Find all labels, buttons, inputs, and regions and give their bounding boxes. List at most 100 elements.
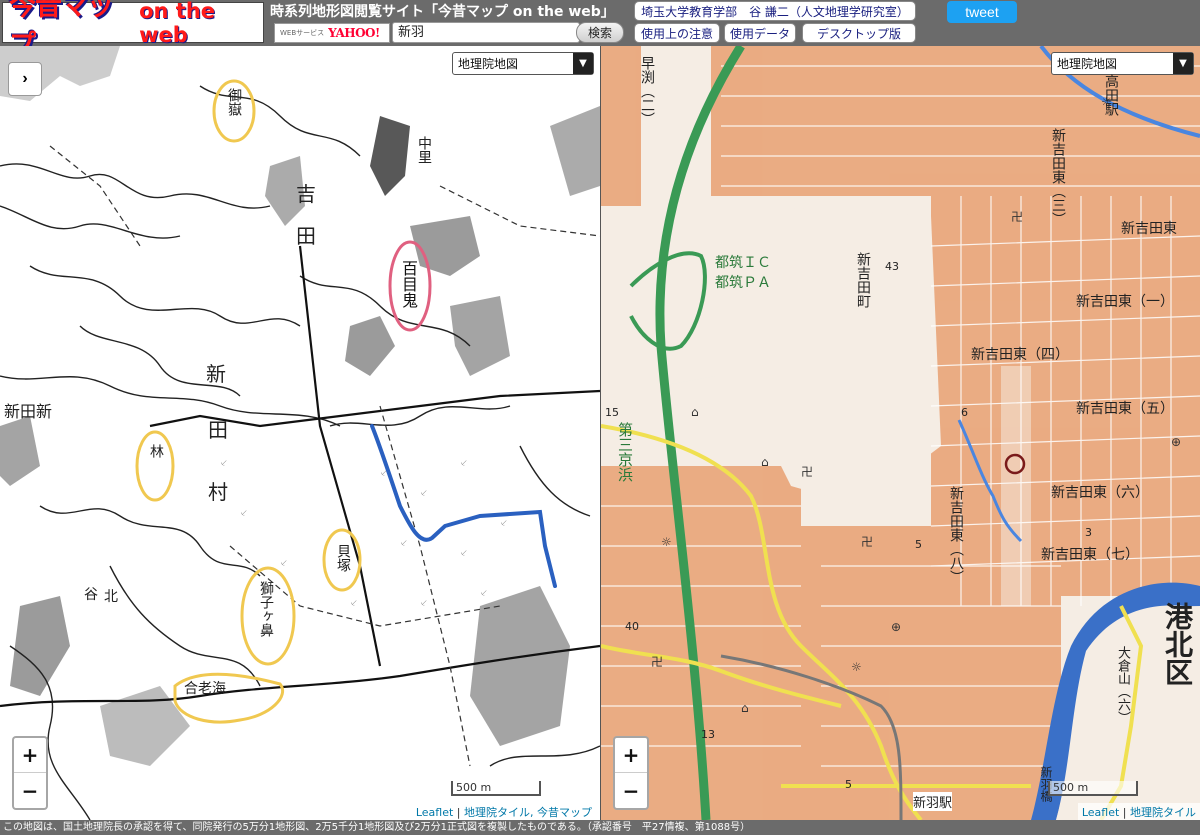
right-attribution: Leaflet | 地理院タイル	[1077, 803, 1200, 820]
tiles-link[interactable]: 地理院タイル, 今昔マップ	[464, 806, 592, 819]
author-link[interactable]: 埼玉大学教育学部 谷 謙二（人文地理学研究室）	[634, 1, 916, 21]
elevation-15: 15	[605, 406, 619, 419]
logo-sub-text: on the web	[139, 0, 216, 47]
chevron-down-icon: ▼	[573, 53, 593, 74]
label-shinyoshida-higashi-1: 新吉田東（一）	[1076, 294, 1174, 310]
elevation-3: 3	[1085, 526, 1092, 539]
label-nippa-station: 新羽駅	[913, 792, 953, 811]
svg-text:⸔: ⸔	[350, 598, 358, 609]
label-shinyoshida-higashi-7: 新吉田東（七）	[1041, 547, 1139, 563]
map-label-ta: 田	[208, 418, 228, 442]
attribution-separator: |	[1122, 806, 1127, 819]
leaflet-link[interactable]: Leaflet	[1082, 806, 1119, 819]
label-daisan-keihin: 第三京浜	[616, 422, 634, 482]
svg-text:☼: ☼	[851, 660, 862, 674]
yahoo-logo: YAHOO!	[328, 26, 380, 40]
label-shinyoshida-higashi-8: 新吉田東（八）	[948, 486, 964, 584]
map-label-kaizuka: 貝塚	[335, 544, 351, 572]
right-zoom-in-button[interactable]: +	[615, 738, 647, 773]
right-layer-select[interactable]: 地理院地図 ▼	[1051, 52, 1194, 75]
map-label-gunken: 合老海	[184, 681, 226, 697]
svg-text:⸔: ⸔	[420, 598, 428, 609]
label-shinyoshida-higashi-top: 新吉田東	[1121, 221, 1177, 237]
left-zoom-out-button[interactable]: −	[14, 773, 46, 808]
svg-text:卍: 卍	[651, 655, 663, 669]
elevation-40: 40	[625, 620, 639, 633]
svg-text:⊕: ⊕	[891, 620, 901, 634]
right-layer-select-value: 地理院地図	[1057, 57, 1118, 71]
left-attribution: Leaflet | 地理院タイル, 今昔マップ	[411, 803, 596, 820]
svg-text:⸔: ⸔	[460, 548, 468, 559]
map-label-oyamada: 新田新	[4, 402, 53, 421]
modern-map-graphics: ⌂⌂⌂ ⊕⊕☼ ☼☼ 卍卍卍卍	[601, 46, 1200, 820]
site-title: 時系列地形図閲覧サイト「今昔マップ on the web」	[270, 4, 615, 20]
map-label-mura: 村	[208, 480, 228, 504]
svg-text:⸔: ⸔	[220, 458, 228, 469]
left-zoom-in-button[interactable]: +	[14, 738, 46, 773]
svg-text:卍: 卍	[801, 465, 813, 479]
svg-text:⸔: ⸔	[480, 588, 488, 599]
svg-text:☼: ☼	[661, 535, 672, 549]
tiles-link[interactable]: 地理院タイル	[1130, 806, 1196, 819]
svg-text:⌂: ⌂	[741, 701, 749, 715]
svg-text:卍: 卍	[1011, 210, 1023, 224]
label-shinyoshida-higashi-3: 新吉田東（三）	[1050, 128, 1066, 226]
leaflet-link[interactable]: Leaflet	[416, 806, 453, 819]
svg-text:⌂: ⌂	[691, 405, 699, 419]
old-map-graphics: ⸔⸔⸔ ⸔⸔⸔ ⸔ ⸔⸔ ⸔⸔⸔	[0, 46, 600, 820]
right-zoom-out-button[interactable]: −	[615, 773, 647, 808]
left-layer-select[interactable]: 地理院地図 ▼	[452, 52, 594, 75]
map-label-nakazato: 中里	[416, 136, 432, 164]
svg-text:⸔: ⸔	[420, 488, 428, 499]
map-label-shin: 新	[206, 362, 226, 386]
left-old-map[interactable]: ⸔ ⸔ ⸔ ⸔ ⸔ ⸔ ⸔ ⸔ ⸔ ⸔ ⸔ ⸔ › 地理院地図 ▼ 百目鬼 貝塚…	[0, 46, 600, 820]
usage-notes-link[interactable]: 使用上の注意	[634, 23, 720, 43]
map-label-shishiga: 獅子ヶ鼻	[258, 581, 274, 637]
svg-text:⌂: ⌂	[761, 455, 769, 469]
label-tsuzuki-ic: 都筑ＩＣ	[715, 255, 771, 271]
right-modern-map[interactable]: ⌂ ⌂ ⌂ ⊕ ⊕ ☼ ☼ ☼ 卍卍卍卍 地理院地図 ▼ 高田駅 新吉田東（三） 新吉田東…	[601, 46, 1200, 820]
yahoo-service-badge[interactable]: WEBサービス YAHOO!	[274, 23, 390, 43]
web-service-label: WEBサービス	[280, 29, 325, 37]
map-label-hoku: 北	[104, 589, 118, 605]
right-zoom-control: + −	[613, 736, 649, 810]
chevron-down-icon: ▼	[1173, 53, 1193, 74]
elevation-6: 6	[961, 406, 968, 419]
app-root: 今昔マップ on the web 時系列地形図閲覧サイト「今昔マップ on th…	[0, 0, 1200, 835]
map-label-soko: 谷	[84, 587, 98, 603]
label-sayabuchi: 早渕（二）	[639, 56, 655, 126]
copyright-footer: この地図は、国土地理院長の承認を得て、同院発行の5万分1地形図、2万5千分1地形…	[0, 820, 1200, 835]
elevation-5a: 5	[915, 538, 922, 551]
search-input[interactable]: 新羽	[392, 22, 580, 43]
svg-text:⊕: ⊕	[1171, 435, 1181, 449]
search-button[interactable]: 検索	[576, 22, 624, 43]
site-logo[interactable]: 今昔マップ on the web	[2, 0, 264, 61]
label-shinyoshida-cho: 新吉田町	[855, 252, 871, 308]
attribution-separator: |	[456, 806, 461, 819]
label-okurayama: 大倉山（六）	[1115, 646, 1130, 724]
map-label-kiyomori: 林	[148, 444, 164, 458]
right-scale-bar: 500 m	[1048, 781, 1138, 796]
map-label-ta2: 田	[296, 224, 316, 248]
map-label-momo: 百目鬼	[399, 260, 418, 308]
svg-text:⸔: ⸔	[500, 518, 508, 529]
svg-text:⸔: ⸔	[240, 508, 248, 519]
label-shinyoshida-higashi-5: 新吉田東（五）	[1076, 401, 1174, 417]
left-scale-bar: 500 m	[451, 781, 541, 796]
label-tsuzuki-pa: 都筑ＰＡ	[715, 275, 771, 291]
sidebar-toggle-button[interactable]: ›	[8, 62, 42, 96]
data-used-link[interactable]: 使用データ	[724, 23, 796, 43]
label-shinyoshida-higashi-4: 新吉田東（四）	[971, 347, 1069, 363]
map-label-yoshi: 吉	[296, 182, 316, 206]
desktop-version-link[interactable]: デスクトップ版	[802, 23, 916, 43]
label-takata-station: 高田駅	[1103, 74, 1119, 116]
elevation-5b: 5	[845, 778, 852, 791]
svg-text:⸔: ⸔	[280, 558, 288, 569]
tweet-button[interactable]: tweet	[947, 1, 1017, 23]
elevation-43: 43	[885, 260, 899, 273]
left-layer-select-value: 地理院地図	[458, 57, 519, 71]
left-zoom-control: + −	[12, 736, 48, 810]
svg-text:⸔: ⸔	[460, 458, 468, 469]
label-kohoku-ku: 港北区	[1161, 602, 1194, 686]
svg-text:卍: 卍	[861, 535, 873, 549]
